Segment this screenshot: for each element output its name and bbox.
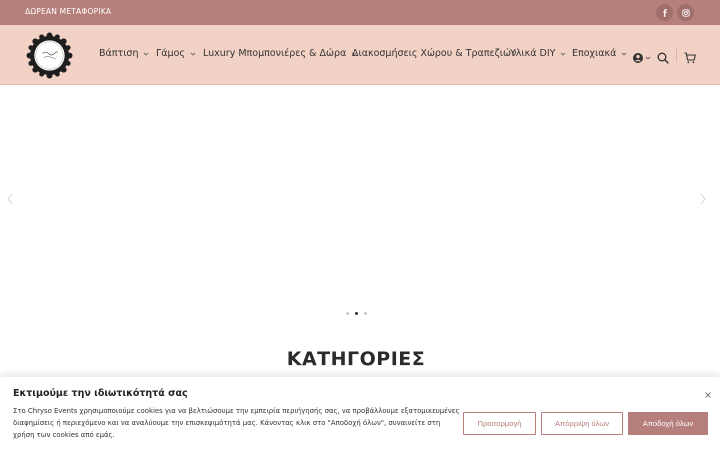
facebook-link[interactable] [656,4,673,21]
slider-next-button[interactable] [699,190,707,205]
cookie-customize-button[interactable]: Προσαρμογή [463,412,536,435]
instagram-icon [681,8,690,17]
slider-dot[interactable] [346,312,349,315]
nav-label: Εποχιακά [572,48,617,59]
instagram-link[interactable] [677,4,694,21]
nav-item-diakosmiseis[interactable]: Διακοσμήσεις Χώρου & Τραπεζιών [352,48,516,59]
header-divider [676,47,677,62]
promo-text: ΔΩΡΕΑΝ ΜΕΤΑΦΟΡΙΚΑ [25,7,112,16]
categories-title: ΚΑΤΗΓΟΡΙΕΣ [286,348,426,370]
slider-dot[interactable] [364,312,367,315]
site-header: Βάπτιση Γάμος Luxury Μπομπονιέρες & Δώρα… [0,25,720,85]
chevron-down-icon [190,52,196,56]
nav-label: Luxury Μπομπονιέρες & Δώρα [203,48,347,59]
logo-badge-icon [26,32,73,79]
close-icon [705,392,711,398]
cart-icon [684,52,696,64]
facebook-icon [662,8,667,17]
nav-item-ylika-diy[interactable]: Υλικά DIY [510,48,566,59]
account-button[interactable] [632,49,652,63]
search-icon [657,52,669,64]
nav-item-luxury[interactable]: Luxury Μπομπονιέρες & Δώρα [203,48,357,59]
cookie-title: Εκτιμούμε την ιδιωτικότητά σας [13,388,188,399]
slider-dot-active[interactable] [355,312,358,315]
nav-item-vaptisi[interactable]: Βάπτιση [99,48,149,59]
search-button[interactable] [657,49,669,64]
cookie-reject-button[interactable]: Απόρριψη όλων [541,412,623,435]
cookie-close-button[interactable] [705,383,711,398]
chevron-down-icon [622,52,627,56]
nav-item-epoxiaka[interactable]: Εποχιακά [572,48,627,59]
cookie-banner: Εκτιμούμε την ιδιωτικότητά σας Στο Chrys… [0,377,720,450]
nav-label: Υλικά DIY [510,48,556,59]
nav-label: Βάπτιση [99,48,139,59]
cookie-text: Στο Chryso Events χρησιμοποιούμε cookies… [13,407,460,439]
nav-label: Διακοσμήσεις Χώρου & Τραπεζιών [352,48,517,59]
slider-prev-button[interactable] [6,190,14,205]
cart-button[interactable] [684,49,696,64]
account-icon [633,53,651,63]
site-logo[interactable] [26,32,73,79]
cookie-accept-button[interactable]: Αποδοχή όλων [628,412,708,435]
chevron-down-icon [144,52,149,56]
nav-item-gamos[interactable]: Γάμος [156,48,196,59]
chevron-left-icon [7,193,13,205]
nav-label: Γάμος [156,48,185,59]
chevron-down-icon [561,52,566,56]
hero-slider [0,86,720,336]
chevron-right-icon [700,193,706,205]
top-bar: ΔΩΡΕΑΝ ΜΕΤΑΦΟΡΙΚΑ [0,0,720,25]
